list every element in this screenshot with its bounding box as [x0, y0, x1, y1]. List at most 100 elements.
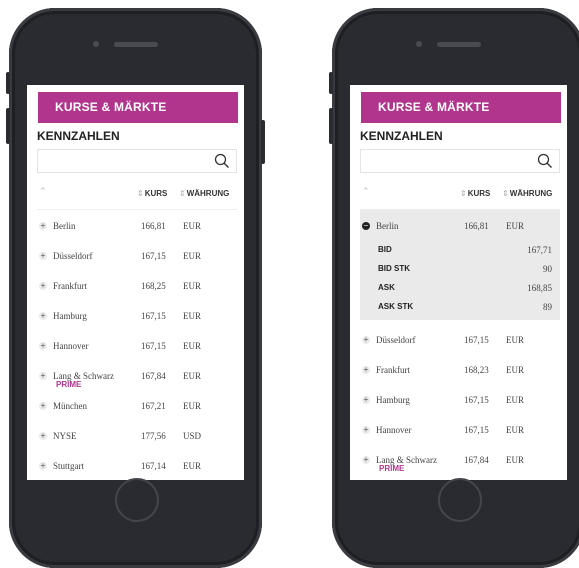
plus-icon[interactable]: + — [39, 372, 47, 380]
kurs-value: 167,15 — [464, 335, 489, 345]
detail-item: ASK STK 89 — [360, 297, 560, 316]
plus-icon[interactable]: + — [39, 252, 47, 260]
exchange-list: + Düsseldorf 167,15 EUR + Frankfurt 168,23 EUR +… — [350, 324, 567, 474]
kurs-value: 168,25 — [141, 281, 166, 291]
column-waehrung-label: WÄHRUNG — [186, 189, 230, 198]
table-row[interactable]: + Hamburg 167,15 EUR — [37, 300, 237, 330]
expanded-row: − Berlin 166,81 EUR BID 167,71 BID STK 90 AS… — [360, 210, 560, 320]
waehrung-value: EUR — [183, 281, 201, 291]
table-row[interactable]: + Hannover 167,15 EUR — [360, 414, 560, 444]
plus-icon[interactable]: + — [39, 342, 47, 350]
kurs-value: 167,84 — [464, 455, 489, 465]
table-row[interactable]: + Stuttgart 167,14 EUR — [37, 450, 237, 480]
kurs-value: 167,15 — [141, 251, 166, 261]
table-header: ⌃ ⇕KURS ⇕WÄHRUNG — [360, 180, 560, 210]
exchange-name: Düsseldorf — [376, 335, 416, 345]
column-waehrung[interactable]: ⇕WÄHRUNG — [502, 189, 552, 198]
table-row[interactable]: + Berlin 166,81 EUR — [37, 210, 237, 240]
column-kurs[interactable]: ⇕KURS — [460, 189, 490, 198]
banner: KURSE & MÄRKTE — [38, 92, 238, 123]
prime-badge: PRIME — [379, 464, 405, 473]
exchange-name: Berlin — [53, 221, 76, 231]
detail-value: 168,85 — [527, 283, 552, 293]
search-icon[interactable] — [214, 153, 230, 174]
detail-value: 90 — [543, 264, 552, 274]
table-row[interactable]: − Berlin 166,81 EUR — [360, 210, 560, 240]
banner: KURSE & MÄRKTE — [361, 92, 561, 123]
sort-icon: ⇕ — [179, 189, 186, 198]
side-button — [329, 108, 333, 144]
sort-icon: ⇕ — [502, 189, 509, 198]
plus-icon[interactable]: + — [39, 402, 47, 410]
waehrung-value: EUR — [183, 221, 201, 231]
sort-icon: ⇕ — [460, 189, 467, 198]
column-kurs-label: KURS — [467, 189, 491, 198]
waehrung-value: EUR — [183, 251, 201, 261]
detail-value: 167,71 — [527, 245, 552, 255]
plus-icon[interactable]: + — [362, 456, 370, 464]
table-row[interactable]: + Lang & Schwarz PRIME 167,84 EUR — [360, 444, 560, 474]
waehrung-value: EUR — [183, 371, 201, 381]
sort-icon[interactable]: ⌃ — [362, 186, 370, 197]
kurs-value: 166,81 — [464, 221, 489, 231]
exchange-name: Frankfurt — [53, 281, 87, 291]
detail-item: BID 167,71 — [360, 240, 560, 259]
column-waehrung[interactable]: ⇕WÄHRUNG — [179, 189, 229, 198]
table-row[interactable]: + NYSE 177,56 USD — [37, 420, 237, 450]
waehrung-value: EUR — [183, 461, 201, 471]
table-row[interactable]: + Hannover 167,15 EUR — [37, 330, 237, 360]
section-title: KENNZAHLEN — [360, 129, 443, 143]
waehrung-value: EUR — [506, 335, 524, 345]
sort-icon[interactable]: ⌃ — [39, 186, 47, 197]
home-button[interactable] — [115, 478, 159, 522]
kurs-value: 167,15 — [141, 311, 166, 321]
kurs-value: 166,81 — [141, 221, 166, 231]
column-kurs[interactable]: ⇕KURS — [137, 189, 167, 198]
plus-icon[interactable]: + — [362, 366, 370, 374]
waehrung-value: EUR — [506, 425, 524, 435]
plus-icon[interactable]: + — [39, 432, 47, 440]
prime-badge: PRIME — [56, 380, 82, 389]
search-icon[interactable] — [537, 153, 553, 174]
waehrung-value: EUR — [506, 455, 524, 465]
plus-icon[interactable]: + — [39, 312, 47, 320]
column-waehrung-label: WÄHRUNG — [509, 189, 553, 198]
waehrung-value: EUR — [183, 311, 201, 321]
table-row[interactable]: + Lang & Schwarz PRIME 167,84 EUR — [37, 360, 237, 390]
waehrung-value: USD — [183, 431, 202, 441]
plus-icon[interactable]: + — [362, 336, 370, 344]
exchange-name: Düsseldorf — [53, 251, 93, 261]
exchange-name: Stuttgart — [53, 461, 84, 471]
table-row[interactable]: + Düsseldorf 167,15 EUR — [37, 240, 237, 270]
home-button[interactable] — [438, 478, 482, 522]
phone-left: KURSE & MÄRKTE KENNZAHLEN ⌃ ⇕KURS ⇕WÄHRU… — [6, 8, 265, 568]
exchange-name: Hamburg — [376, 395, 410, 405]
detail-item: ASK 168,85 — [360, 278, 560, 297]
plus-icon[interactable]: + — [39, 222, 47, 230]
table-row[interactable]: + Düsseldorf 167,15 EUR — [360, 324, 560, 354]
exchange-list: + Berlin 166,81 EUR + Düsseldorf 167,15 EUR + Fra… — [27, 210, 244, 480]
plus-icon[interactable]: + — [39, 282, 47, 290]
detail-value: 89 — [543, 302, 552, 312]
search-input[interactable] — [37, 149, 237, 173]
kurs-value: 177,56 — [141, 431, 166, 441]
side-button — [261, 120, 265, 164]
camera-icon — [93, 41, 99, 47]
waehrung-value: EUR — [506, 365, 524, 375]
table-row[interactable]: + Frankfurt 168,23 EUR — [360, 354, 560, 384]
detail-label: BID — [378, 245, 392, 254]
table-row[interactable]: + Hamburg 167,15 EUR — [360, 384, 560, 414]
speaker-icon — [437, 42, 481, 47]
exchange-name: Berlin — [376, 221, 399, 231]
plus-icon[interactable]: + — [39, 462, 47, 470]
plus-icon[interactable]: + — [362, 396, 370, 404]
minus-icon[interactable]: − — [362, 222, 370, 230]
table-row[interactable]: + Frankfurt 168,25 EUR — [37, 270, 237, 300]
detail-list: BID 167,71 BID STK 90 ASK 168,85 ASK STK 89 — [360, 240, 560, 316]
detail-label: ASK STK — [378, 302, 414, 311]
table-row[interactable]: + München 167,21 EUR — [37, 390, 237, 420]
screen-right: KURSE & MÄRKTE KENNZAHLEN ⌃ ⇕KURS ⇕WÄHRU… — [350, 85, 567, 480]
speaker-icon — [114, 42, 158, 47]
plus-icon[interactable]: + — [362, 426, 370, 434]
search-input[interactable] — [360, 149, 560, 173]
